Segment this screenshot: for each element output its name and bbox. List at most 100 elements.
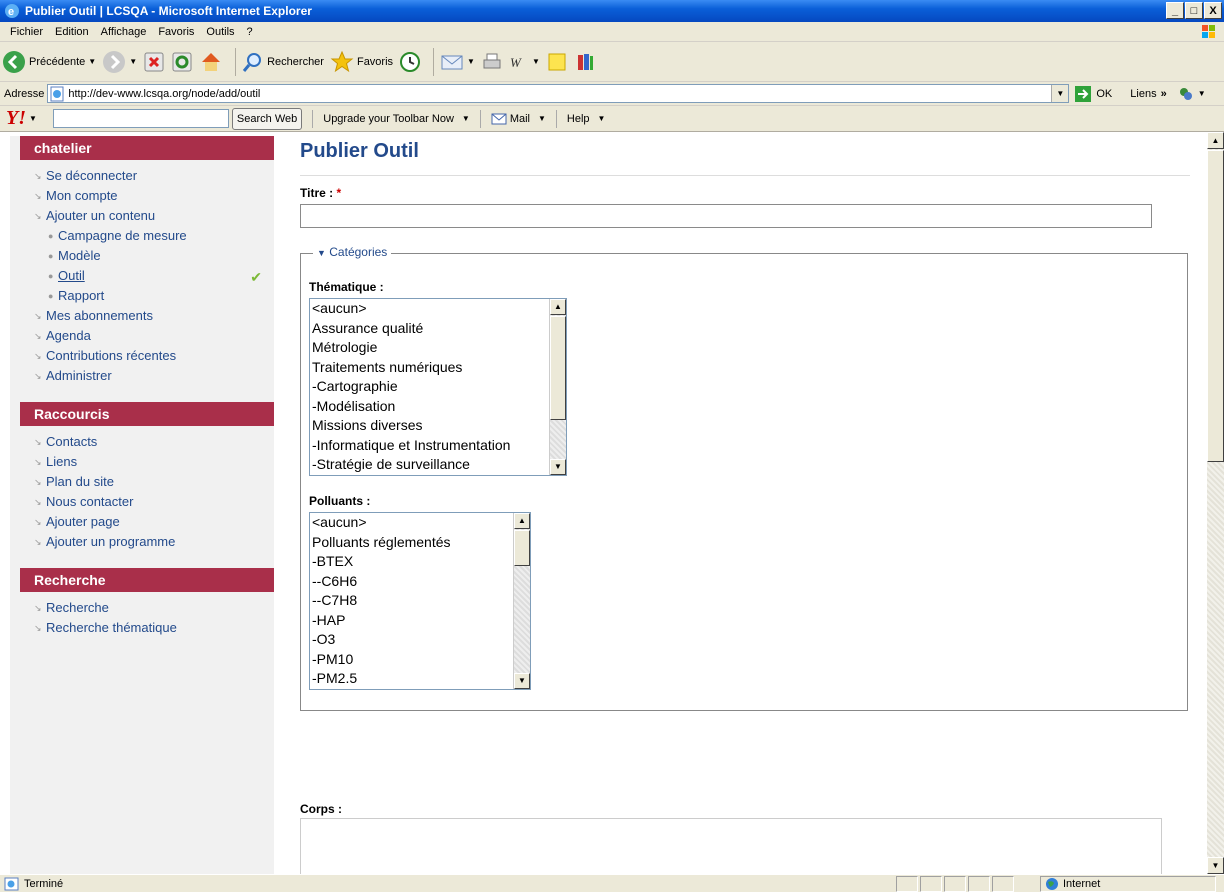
listbox-scrollbar[interactable]: ▲ ▼ bbox=[513, 513, 530, 689]
close-button[interactable]: X bbox=[1204, 2, 1222, 19]
list-option[interactable]: <aucun> bbox=[312, 513, 530, 533]
list-option[interactable]: Assurance qualité bbox=[312, 319, 566, 339]
categories-legend[interactable]: ▼ Catégories bbox=[313, 245, 392, 259]
back-button[interactable]: Précédente ▼ bbox=[2, 50, 96, 74]
home-button[interactable] bbox=[199, 50, 223, 74]
sidebar-item-subscriptions[interactable]: ↘ Mes abonnements bbox=[34, 306, 274, 326]
sidebar-item-add-page[interactable]: ↘ Ajouter page bbox=[34, 512, 274, 532]
scroll-up-icon[interactable]: ▲ bbox=[550, 299, 566, 315]
sidebar-item-account[interactable]: ↘ Mon compte bbox=[34, 186, 274, 206]
chevron-down-icon[interactable]: ▼ bbox=[467, 57, 475, 66]
go-button[interactable]: OK bbox=[1074, 85, 1112, 103]
sidebar-item-contacts[interactable]: ↘ Contacts bbox=[34, 432, 274, 452]
address-input[interactable]: http://dev-www.lcsqa.org/node/add/outil … bbox=[47, 84, 1070, 103]
list-option[interactable]: Missions diverses bbox=[312, 416, 566, 436]
refresh-button[interactable] bbox=[171, 51, 193, 73]
scroll-down-icon[interactable]: ▼ bbox=[1207, 857, 1224, 874]
scroll-thumb[interactable] bbox=[514, 530, 530, 566]
chevron-down-icon[interactable]: ▼ bbox=[29, 114, 37, 123]
sidebar-item-thematic-search[interactable]: ↘ Recherche thématique bbox=[34, 618, 274, 638]
titre-input[interactable] bbox=[300, 204, 1152, 228]
chevron-down-icon[interactable]: ▼ bbox=[88, 57, 96, 66]
menu-help[interactable]: ? bbox=[241, 26, 259, 38]
list-option[interactable]: -PM2.5 bbox=[312, 669, 530, 689]
sidebar-item-outil[interactable]: ● Outil ✔ bbox=[34, 266, 274, 286]
menu-outils[interactable]: Outils bbox=[200, 26, 240, 38]
list-option[interactable]: -PM10 bbox=[312, 650, 530, 670]
print-button[interactable] bbox=[481, 51, 503, 73]
page-scroll-thumb[interactable] bbox=[1207, 150, 1224, 462]
list-option[interactable]: -O3 bbox=[312, 630, 530, 650]
sidebar-item-agenda[interactable]: ↘ Agenda bbox=[34, 326, 274, 346]
sidebar-item-add-program[interactable]: ↘ Ajouter un programme bbox=[34, 532, 274, 552]
yahoo-mail-button[interactable]: Mail ▼ bbox=[491, 113, 546, 125]
listbox-scrollbar[interactable]: ▲ ▼ bbox=[549, 299, 566, 475]
upgrade-toolbar-button[interactable]: Upgrade your Toolbar Now ▼ bbox=[323, 113, 470, 125]
list-option[interactable]: Polluants réglementés bbox=[312, 533, 530, 553]
corps-textarea[interactable] bbox=[300, 818, 1162, 874]
links-button[interactable]: Liens » ▼ bbox=[1130, 85, 1206, 103]
menu-fichier[interactable]: Fichier bbox=[4, 26, 49, 38]
chevron-down-icon[interactable]: ▼ bbox=[532, 57, 540, 66]
page-scrollbar[interactable]: ▲ ▼ bbox=[1207, 132, 1224, 874]
menu-affichage[interactable]: Affichage bbox=[95, 26, 153, 38]
titre-label: Titre : * bbox=[300, 186, 342, 200]
list-option[interactable]: <aucun> bbox=[312, 299, 566, 319]
sidebar-item-links[interactable]: ↘ Liens bbox=[34, 452, 274, 472]
forward-button[interactable]: ▼ bbox=[102, 50, 137, 74]
stop-button[interactable] bbox=[143, 51, 165, 73]
sidebar-item-campagne[interactable]: ● Campagne de mesure bbox=[34, 226, 274, 246]
sidebar-item-search[interactable]: ↘ Recherche bbox=[34, 598, 274, 618]
yahoo-search-input[interactable] bbox=[52, 109, 229, 128]
notes-button[interactable] bbox=[546, 51, 568, 73]
yahoo-logo[interactable]: Y! bbox=[6, 107, 26, 130]
scroll-down-icon[interactable]: ▼ bbox=[514, 673, 530, 689]
scroll-down-icon[interactable]: ▼ bbox=[550, 459, 566, 475]
mail-toolbar-button[interactable]: ▼ bbox=[440, 51, 475, 73]
search-button[interactable]: Rechercher bbox=[242, 51, 324, 73]
sidebar-item-recent[interactable]: ↘ Contributions récentes bbox=[34, 346, 274, 366]
thematique-listbox[interactable]: <aucun> Assurance qualité Métrologie Tra… bbox=[309, 298, 567, 476]
chevron-down-icon[interactable]: ▼ bbox=[129, 57, 137, 66]
favorites-label: Favoris bbox=[356, 55, 394, 68]
sidebar-item-modele[interactable]: ● Modèle bbox=[34, 246, 274, 266]
sidebar-item-contact-us[interactable]: ↘ Nous contacter bbox=[34, 492, 274, 512]
sidebar-item-sitemap[interactable]: ↘ Plan du site bbox=[34, 472, 274, 492]
window-title: Publier Outil | LCSQA - Microsoft Intern… bbox=[25, 4, 312, 18]
sidebar-item-rapport[interactable]: ● Rapport bbox=[34, 286, 274, 306]
search-web-button[interactable]: Search Web bbox=[231, 107, 303, 130]
favorites-button[interactable]: Favoris bbox=[330, 50, 393, 74]
research-icon bbox=[577, 53, 593, 70]
list-option[interactable]: -BTEX bbox=[312, 552, 530, 572]
list-option[interactable]: -Modélisation bbox=[312, 397, 566, 417]
menu-edition[interactable]: Edition bbox=[49, 26, 95, 38]
list-option[interactable]: -Informatique et Instrumentation bbox=[312, 436, 566, 456]
messenger-icon[interactable] bbox=[1177, 85, 1195, 103]
svg-text:e: e bbox=[8, 6, 14, 18]
edit-word-button[interactable]: W ▼ bbox=[509, 52, 540, 72]
menu-favoris[interactable]: Favoris bbox=[152, 26, 200, 38]
list-option[interactable]: Métrologie bbox=[312, 338, 566, 358]
sidebar-item-logout[interactable]: ↘ Se déconnecter bbox=[34, 166, 274, 186]
polluants-listbox[interactable]: <aucun> Polluants réglementés -BTEX --C6… bbox=[309, 512, 531, 690]
list-option[interactable]: --C7H8 bbox=[312, 591, 530, 611]
address-dropdown-icon[interactable]: ▼ bbox=[1051, 85, 1069, 102]
list-option[interactable]: --C6H6 bbox=[312, 572, 530, 592]
stop-icon bbox=[144, 52, 164, 71]
yahoo-help-button[interactable]: Help ▼ bbox=[567, 113, 606, 125]
list-option[interactable]: Traitements numériques bbox=[312, 358, 566, 378]
sidebar-item-admin[interactable]: ↘ Administrer bbox=[34, 366, 274, 386]
scroll-up-icon[interactable]: ▲ bbox=[1207, 132, 1224, 149]
sidebar-item-add-content[interactable]: ↘ Ajouter un contenu bbox=[34, 206, 274, 226]
security-zone[interactable]: Internet bbox=[1040, 876, 1216, 892]
list-option[interactable]: -Stratégie de surveillance bbox=[312, 455, 566, 475]
list-option[interactable]: -HAP bbox=[312, 611, 530, 631]
maximize-button[interactable]: □ bbox=[1185, 2, 1203, 19]
scroll-thumb[interactable] bbox=[550, 316, 566, 420]
history-button[interactable] bbox=[399, 51, 421, 73]
research-button[interactable] bbox=[574, 51, 596, 73]
minimize-button[interactable]: _ bbox=[1166, 2, 1184, 19]
chevron-down-icon[interactable]: ▼ bbox=[1198, 89, 1206, 98]
list-option[interactable]: -Cartographie bbox=[312, 377, 566, 397]
scroll-up-icon[interactable]: ▲ bbox=[514, 513, 530, 529]
